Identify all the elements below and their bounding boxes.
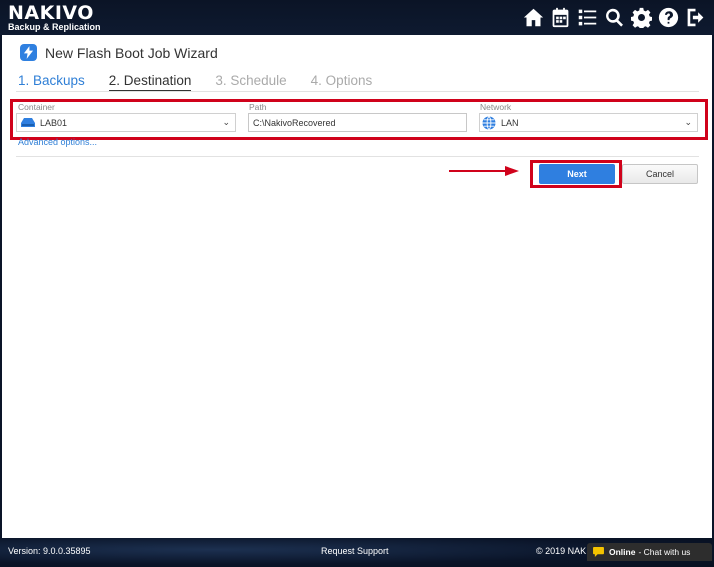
chat-status: Online: [609, 547, 636, 557]
wizard-steps: 1. Backups 2. Destination 3. Schedule 4.…: [18, 73, 396, 92]
step-destination[interactable]: 2. Destination: [108, 73, 192, 92]
advanced-options-link[interactable]: Advanced options...: [18, 137, 97, 147]
path-label: Path: [249, 102, 267, 112]
container-select[interactable]: LAB01 ⌄: [16, 113, 236, 132]
chat-label: - Chat with us: [638, 547, 691, 557]
calendar-icon[interactable]: [549, 6, 571, 28]
top-toolbar: [522, 6, 706, 28]
step-options[interactable]: 4. Options: [311, 73, 373, 92]
container-label: Container: [18, 102, 55, 112]
flash-boot-icon: [20, 44, 37, 61]
home-icon[interactable]: [522, 6, 544, 28]
network-select[interactable]: LAN ⌄: [479, 113, 698, 132]
chat-bubble-icon: [593, 547, 604, 557]
list-icon[interactable]: [576, 6, 598, 28]
footer: Version: 9.0.0.35895 Request Support © 2…: [0, 538, 714, 567]
network-label: Network: [480, 102, 512, 112]
wizard-header: New Flash Boot Job Wizard: [20, 44, 218, 61]
chat-widget[interactable]: Online - Chat with us: [587, 543, 712, 561]
step-backups[interactable]: 1. Backups: [18, 73, 85, 92]
search-icon[interactable]: [603, 6, 625, 28]
network-value: LAN: [501, 117, 519, 128]
copyright-text: © 2019 NAK: [536, 546, 587, 556]
chevron-down-icon: ⌄: [222, 117, 230, 127]
container-value: LAB01: [40, 117, 68, 128]
step-schedule[interactable]: 3. Schedule: [215, 73, 286, 92]
wizard-panel: New Flash Boot Job Wizard 1. Backups 2. …: [2, 35, 712, 538]
logout-icon[interactable]: [684, 6, 706, 28]
container-icon: [21, 118, 35, 127]
gear-icon[interactable]: [630, 6, 652, 28]
version-text: Version: 9.0.0.35895: [8, 546, 91, 556]
logo-sub-text: Backup & Replication: [8, 22, 101, 32]
chevron-down-icon: ⌄: [684, 117, 692, 127]
pointer-arrow-icon: [449, 166, 519, 176]
section-divider: [16, 156, 699, 157]
next-button[interactable]: Next: [539, 164, 615, 184]
help-icon[interactable]: [657, 6, 679, 28]
page-title: New Flash Boot Job Wizard: [45, 44, 218, 61]
network-globe-icon: [482, 115, 496, 130]
nakivo-logo[interactable]: NAKIVO Backup & Replication: [8, 2, 101, 33]
path-input[interactable]: C:\NakivoRecovered: [248, 113, 467, 132]
request-support-link[interactable]: Request Support: [321, 546, 389, 556]
logo-main-text: NAKIVO: [8, 2, 94, 24]
cancel-button[interactable]: Cancel: [622, 164, 698, 184]
steps-divider: [16, 91, 699, 92]
top-bar: NAKIVO Backup & Replication: [0, 0, 714, 35]
